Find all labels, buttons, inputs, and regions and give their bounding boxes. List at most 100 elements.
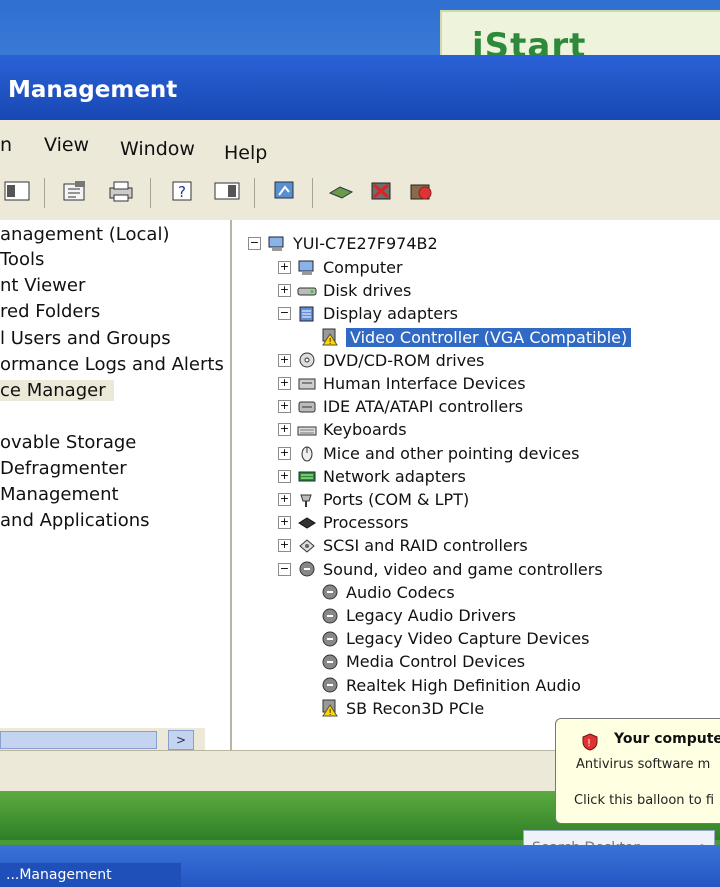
device-label: Legacy Video Capture Devices: [346, 629, 590, 649]
device-category[interactable]: + Human Interface Devices: [278, 374, 526, 393]
warning-device-icon: !: [320, 328, 340, 346]
uninstall-button[interactable]: [366, 180, 396, 206]
device-item[interactable]: Legacy Audio Drivers: [320, 606, 516, 625]
balloon-title: Your compute: [614, 731, 720, 747]
expand-icon[interactable]: +: [278, 353, 291, 367]
security-balloon[interactable]: ! Your compute Antivirus software m Clic…: [555, 718, 720, 824]
scan-hardware-icon: [271, 179, 299, 207]
tree-item-device-manager[interactable]: ce Manager: [0, 380, 114, 401]
collapse-icon[interactable]: −: [248, 237, 261, 250]
tree-item-services-applications[interactable]: and Applications: [0, 510, 150, 531]
expand-icon[interactable]: +: [278, 539, 291, 553]
device-category[interactable]: + DVD/CD-ROM drives: [278, 351, 484, 370]
disable-button[interactable]: [406, 180, 436, 206]
help-button[interactable]: ?: [168, 180, 198, 206]
collapse-icon[interactable]: −: [278, 562, 291, 576]
tree-item-local-users-groups[interactable]: l Users and Groups: [0, 328, 171, 349]
svg-text:!: !: [587, 738, 591, 749]
disk-drive-icon: [297, 282, 317, 300]
sound-device-icon: [320, 653, 340, 671]
left-horizontal-scrollbar[interactable]: >: [0, 728, 205, 750]
menu-action[interactable]: n: [0, 134, 12, 156]
expand-icon[interactable]: +: [278, 284, 291, 298]
warning-device-icon: !: [320, 699, 340, 717]
computer-icon: [267, 235, 287, 253]
tree-item-system-tools[interactable]: Tools: [0, 249, 44, 270]
show-hide-tree-button[interactable]: [2, 180, 32, 206]
sound-icon: [297, 560, 317, 578]
scroll-right-arrow[interactable]: >: [168, 730, 194, 750]
device-item[interactable]: Media Control Devices: [320, 652, 525, 671]
ide-controller-icon: [297, 398, 317, 416]
device-category[interactable]: + Keyboards: [278, 420, 407, 439]
port-icon: [297, 491, 317, 509]
device-category[interactable]: − Sound, video and game controllers: [278, 560, 603, 579]
menu-window[interactable]: Window: [120, 138, 195, 160]
taskbar-button-management[interactable]: ...Management: [0, 863, 181, 887]
tree-item-computer-management[interactable]: anagement (Local): [0, 224, 169, 245]
device-category[interactable]: + IDE ATA/ATAPI controllers: [278, 397, 523, 416]
toolbar-separator: [312, 178, 313, 208]
menu-help[interactable]: Help: [224, 142, 267, 164]
device-label: Keyboards: [323, 420, 407, 440]
printer-icon: [107, 179, 135, 207]
title-bar[interactable]: Management: [0, 55, 720, 120]
scan-hardware-button[interactable]: [270, 180, 300, 206]
expand-icon[interactable]: +: [278, 446, 291, 460]
toolbar-separator: [254, 178, 255, 208]
properties-button[interactable]: [60, 180, 90, 206]
menu-view[interactable]: View: [44, 134, 89, 156]
hid-icon: [297, 375, 317, 393]
show-hide-action-pane-button[interactable]: [212, 180, 242, 206]
device-item[interactable]: Realtek High Definition Audio: [320, 676, 581, 695]
sound-device-icon: [320, 583, 340, 601]
device-category[interactable]: + Disk drives: [278, 281, 411, 300]
expand-icon[interactable]: +: [278, 493, 291, 506]
device-label: Audio Codecs: [346, 582, 455, 602]
device-item[interactable]: Audio Codecs: [320, 583, 455, 602]
expand-icon[interactable]: +: [278, 261, 291, 274]
expand-icon[interactable]: +: [278, 516, 291, 530]
svg-text:?: ?: [178, 183, 186, 201]
scrollbar-thumb[interactable]: [0, 731, 157, 749]
collapse-icon[interactable]: −: [278, 307, 291, 321]
device-category[interactable]: + SCSI and RAID controllers: [278, 536, 528, 555]
tree-item-disk-defragmenter[interactable]: Defragmenter: [0, 458, 127, 479]
print-button[interactable]: [106, 180, 136, 206]
help-question-icon: ?: [169, 179, 197, 207]
device-label: Mice and other pointing devices: [323, 443, 580, 463]
expand-icon[interactable]: +: [278, 423, 291, 437]
device-category[interactable]: + Network adapters: [278, 467, 466, 486]
shield-warning-icon: !: [582, 733, 598, 751]
balloon-message: Antivirus software m: [576, 757, 711, 772]
taskbar: ...Management: [0, 845, 720, 887]
device-tree-root[interactable]: − YUI-C7E27F974B2: [248, 234, 438, 253]
device-item[interactable]: Legacy Video Capture Devices: [320, 629, 589, 648]
device-label: Network adapters: [323, 466, 466, 486]
device-category[interactable]: + Computer: [278, 258, 403, 277]
device-category[interactable]: + Ports (COM & LPT): [278, 490, 469, 509]
expand-icon[interactable]: +: [278, 469, 291, 483]
tree-item-event-viewer[interactable]: nt Viewer: [0, 275, 85, 296]
device-category[interactable]: + Processors: [278, 513, 408, 532]
expand-icon[interactable]: +: [278, 400, 291, 414]
tree-item-removable-storage[interactable]: ovable Storage: [0, 432, 136, 453]
device-tree-pane: − YUI-C7E27F974B2 + Computer + Disk drives −…: [232, 220, 720, 750]
device-category[interactable]: + Mice and other pointing devices: [278, 444, 579, 463]
device-label: Display adapters: [323, 304, 459, 324]
network-adapter-icon: [297, 467, 317, 485]
device-category[interactable]: − Display adapters: [278, 304, 458, 323]
update-driver-button[interactable]: [326, 180, 356, 206]
sound-device-icon: [320, 607, 340, 625]
uninstall-icon: [367, 179, 395, 207]
device-item[interactable]: ! Video Controller (VGA Compatible): [320, 327, 632, 347]
action-pane-icon: [213, 179, 241, 207]
menu-bar: n View Window Help: [0, 120, 720, 168]
expand-icon[interactable]: +: [278, 377, 291, 390]
device-item[interactable]: ! SB Recon3D PCIe: [320, 699, 484, 718]
tree-item-disk-management[interactable]: Management: [0, 484, 119, 505]
svg-text:!: !: [329, 708, 332, 717]
tree-item-shared-folders[interactable]: red Folders: [0, 301, 100, 322]
tree-item-performance-logs[interactable]: ormance Logs and Alerts: [0, 354, 224, 375]
device-label: Disk drives: [323, 281, 412, 301]
